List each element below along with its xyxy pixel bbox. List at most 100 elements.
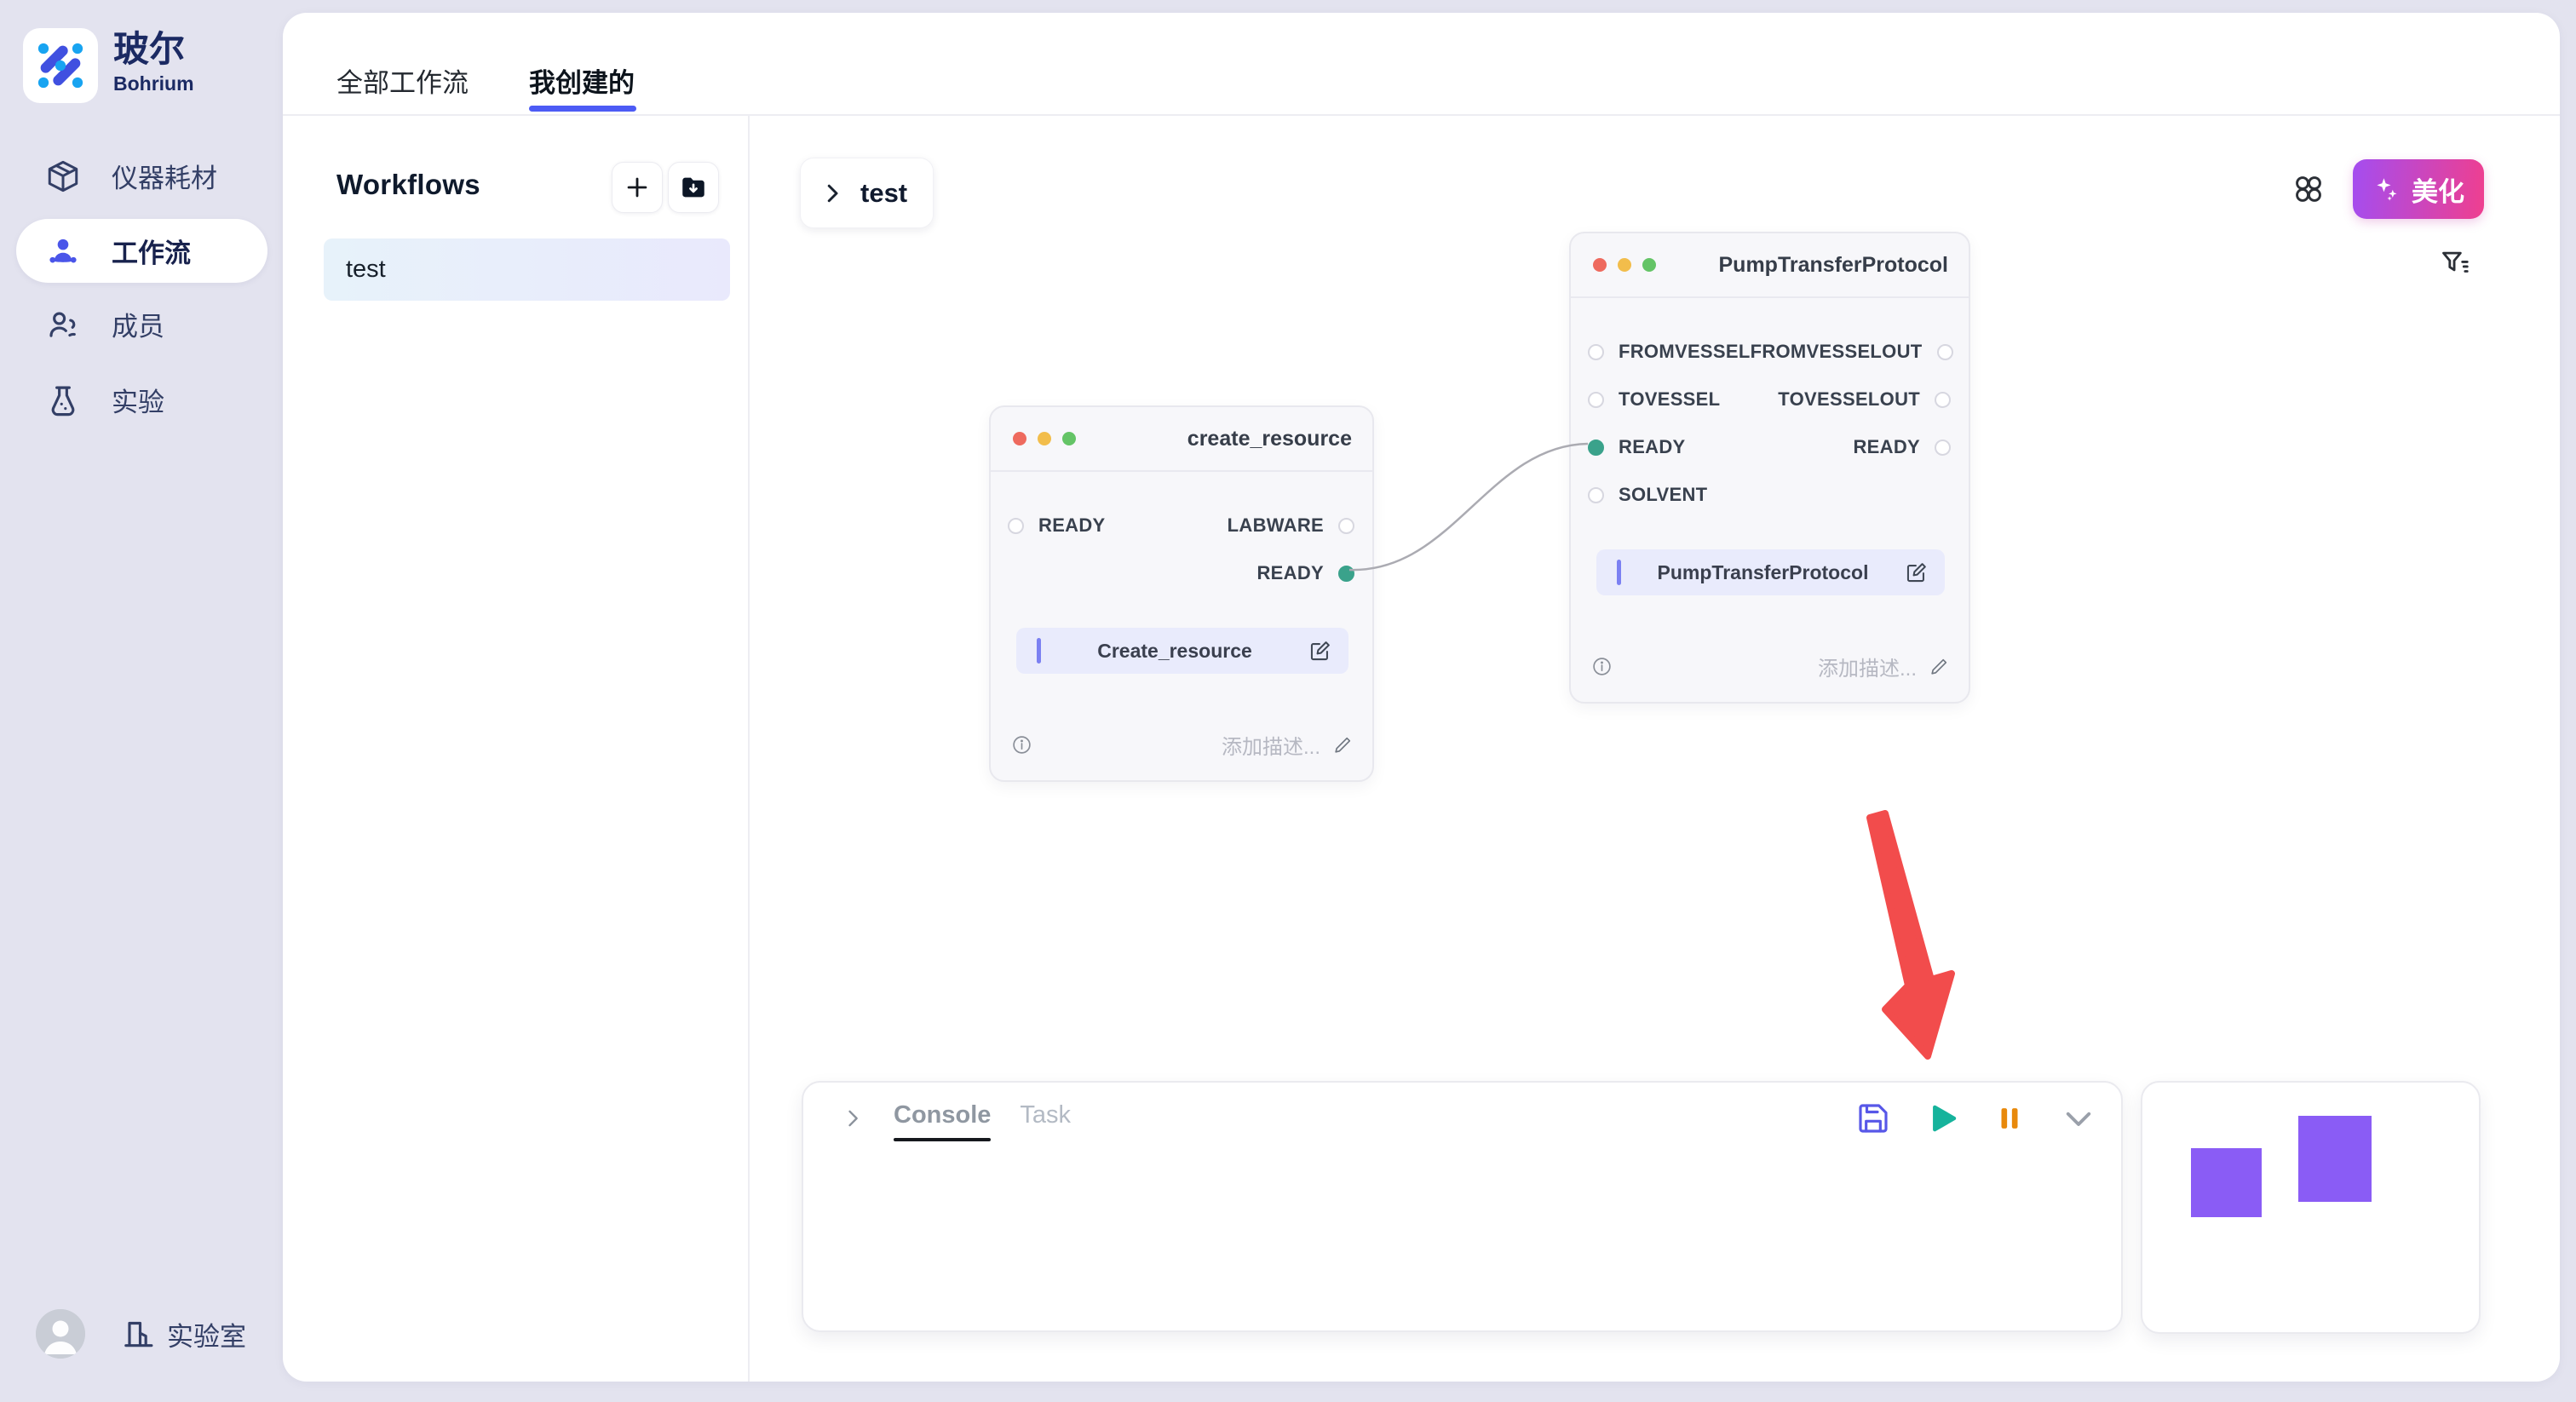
sidebar-footer: 实验室 (36, 1309, 246, 1359)
lab-switcher[interactable]: 实验室 (121, 1315, 246, 1353)
port-label: READY (1619, 436, 1686, 458)
sidebar-item-members[interactable]: 成员 (16, 292, 267, 356)
edit-icon[interactable] (1308, 640, 1331, 663)
import-workflow-button[interactable] (668, 162, 719, 213)
package-icon (45, 158, 81, 194)
node-action-pill[interactable]: Create_resource (1016, 628, 1348, 674)
minimap-node-rect (2191, 1148, 2262, 1217)
sparkles-icon (2372, 175, 2401, 204)
tab-divider (283, 114, 2560, 116)
clover-icon[interactable] (2292, 173, 2325, 205)
sidebar: 玻尔 Bohrium 仪器耗材 工作流 (0, 0, 283, 1402)
pencil-icon (1332, 734, 1354, 756)
window-dots (1593, 258, 1656, 272)
input-port-tovessel[interactable] (1588, 392, 1604, 408)
sidebar-item-label: 仪器耗材 (112, 157, 217, 195)
window-dot-green (1642, 258, 1656, 272)
lab-label: 实验室 (167, 1315, 246, 1353)
description-placeholder[interactable]: 添加描述... (1222, 730, 1354, 760)
output-port-ready[interactable] (1935, 440, 1951, 456)
console-tab-underline (894, 1138, 991, 1141)
node-header: create_resource (991, 407, 1372, 472)
console-expand-icon[interactable] (841, 1106, 865, 1130)
sidebar-item-label: 工作流 (112, 232, 191, 270)
output-port-tovesselout[interactable] (1935, 392, 1951, 408)
breadcrumb[interactable]: test (800, 158, 934, 228)
node-title: PumpTransferProtocol (1719, 253, 1949, 278)
port-label: LABWARE (1228, 514, 1324, 537)
window-dot-yellow (1618, 258, 1631, 272)
node-title: create_resource (1187, 427, 1352, 451)
pencil-icon (1929, 656, 1950, 677)
workflow-icon (45, 233, 81, 269)
port-label: FROMVESSELOUT (1751, 341, 1923, 363)
workflows-panel-title: Workflows (336, 169, 480, 201)
collapse-icon[interactable] (2059, 1099, 2098, 1138)
sidebar-item-consumables[interactable]: 仪器耗材 (16, 144, 267, 208)
sidebar-item-experiments[interactable]: 实验 (16, 368, 267, 432)
sidebar-item-label: 成员 (112, 305, 164, 343)
output-port-fromvesselout[interactable] (1937, 344, 1953, 360)
panel-divider (748, 116, 750, 1382)
info-icon[interactable] (1591, 656, 1613, 677)
save-icon[interactable] (1854, 1099, 1893, 1138)
tab-my-created[interactable]: 我创建的 (529, 61, 635, 100)
task-tab[interactable]: Task (1020, 1101, 1071, 1129)
building-icon (121, 1317, 155, 1351)
sidebar-item-workflows[interactable]: 工作流 (16, 219, 267, 283)
ports-section: FROMVESSEL FROMVESSELOUT TOVESSEL TOVESS… (1571, 298, 1969, 519)
app-root: 玻尔 Bohrium 仪器耗材 工作流 (0, 0, 2576, 1402)
output-port-labware[interactable] (1338, 518, 1354, 534)
node-create-resource[interactable]: create_resource READY LABWARE READY (989, 405, 1374, 782)
port-row: READY (991, 549, 1372, 597)
beautify-label: 美化 (2412, 170, 2464, 209)
output-port-ready[interactable] (1338, 566, 1354, 582)
description-placeholder[interactable]: 添加描述... (1818, 652, 1950, 681)
pause-icon[interactable] (1990, 1099, 2029, 1138)
ports-section: READY LABWARE READY (991, 472, 1372, 597)
input-port-ready[interactable] (1588, 440, 1604, 456)
port-row: SOLVENT (1571, 471, 1969, 519)
brand-name-en: Bohrium (113, 72, 194, 95)
console-tab[interactable]: Console (894, 1101, 991, 1141)
edit-icon[interactable] (1905, 561, 1928, 584)
port-label: READY (1038, 514, 1106, 537)
run-icon[interactable] (1923, 1099, 1962, 1138)
folder-download-icon (679, 173, 708, 202)
port-label: FROMVESSEL (1619, 341, 1751, 363)
tab-all-workflows[interactable]: 全部工作流 (336, 61, 469, 100)
input-port-solvent[interactable] (1588, 487, 1604, 503)
port-row: TOVESSEL TOVESSELOUT (1571, 376, 1969, 423)
input-port-fromvessel[interactable] (1588, 344, 1604, 360)
port-row: READY READY (1571, 423, 1969, 471)
user-avatar[interactable] (36, 1309, 85, 1359)
port-label: READY (1256, 562, 1324, 584)
port-row: READY LABWARE (991, 502, 1372, 549)
window-dot-red (1593, 258, 1607, 272)
plus-icon (623, 173, 652, 202)
window-dots (1013, 432, 1076, 445)
minimap-node-rect (2298, 1116, 2372, 1202)
window-dot-red (1013, 432, 1026, 445)
port-label: SOLVENT (1619, 484, 1707, 506)
brand-logo[interactable]: 玻尔 Bohrium (23, 28, 194, 103)
port-row: FROMVESSEL FROMVESSELOUT (1571, 328, 1969, 376)
brand-logo-icon (23, 28, 98, 103)
experiment-icon (45, 382, 81, 418)
node-footer: 添加描述... (1011, 730, 1354, 760)
minimap[interactable] (2141, 1081, 2481, 1334)
port-label: TOVESSEL (1619, 388, 1720, 411)
window-dot-green (1062, 432, 1076, 445)
input-port-ready[interactable] (1008, 518, 1024, 534)
console-panel: Console Task (802, 1081, 2123, 1332)
chevron-right-icon (819, 181, 845, 206)
beautify-button[interactable]: 美化 (2353, 159, 2484, 219)
members-icon (45, 307, 81, 342)
info-icon[interactable] (1011, 734, 1032, 756)
filter-icon[interactable] (2439, 247, 2471, 279)
workflow-list-item-test[interactable]: test (324, 238, 730, 301)
add-workflow-button[interactable] (612, 162, 663, 213)
workflow-item-name: test (346, 256, 386, 284)
node-pump-transfer-protocol[interactable]: PumpTransferProtocol FROMVESSEL FROMVESS… (1569, 232, 1970, 704)
node-action-pill[interactable]: PumpTransferProtocol (1596, 549, 1945, 595)
